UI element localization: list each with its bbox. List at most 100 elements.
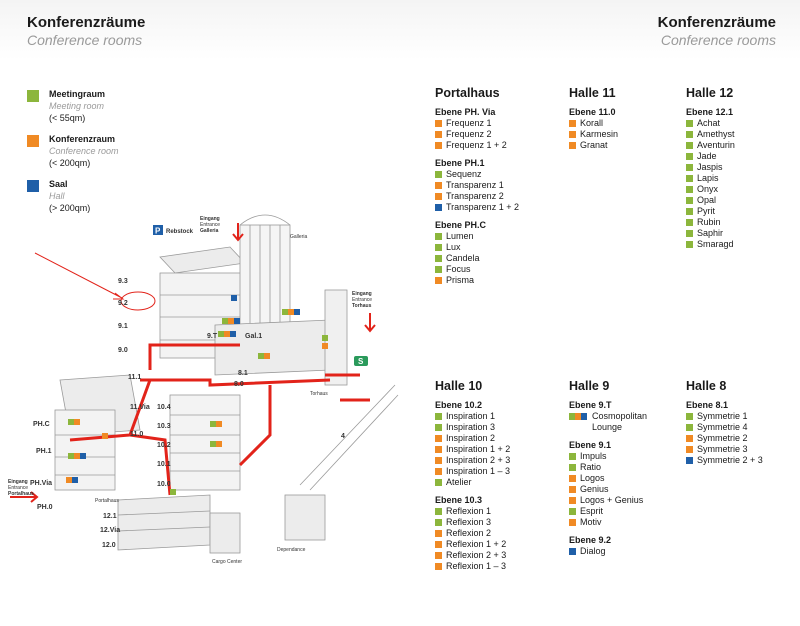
level-group: Ebene PH.1 Sequenz Transparenz 1 Transparen… — [435, 158, 519, 213]
room-label: Karmesin — [580, 129, 619, 139]
room-item: Symmetrie 2 + 3 — [686, 455, 763, 466]
room-label: Achat — [697, 118, 721, 128]
halle12-block — [117, 494, 211, 551]
level-label: PH.1 — [36, 448, 52, 455]
konferenz-marker — [569, 142, 576, 149]
level-label: 12.1 — [103, 513, 117, 520]
level-label: 8.1 — [238, 370, 248, 377]
konferenz-marker — [435, 142, 442, 149]
konferenz-marker — [435, 552, 442, 559]
level-label: PH.0 — [37, 504, 53, 511]
halle8-block — [214, 319, 331, 376]
level-label: 11.1 — [128, 374, 141, 381]
meeting-marker — [686, 241, 693, 248]
room-item: Focus — [435, 264, 519, 275]
level-label: 9.3 — [118, 278, 128, 285]
meeting-marker — [686, 175, 693, 182]
room-item: Reflexion 1 + 2 — [435, 539, 510, 550]
legend-size: (< 200qm) — [49, 158, 91, 168]
room-item: Candela — [435, 253, 519, 264]
room-label: Transparenz 1 + 2 — [446, 202, 519, 212]
room-item: Lapis — [686, 173, 735, 184]
room-label: Reflexion 1 + 2 — [446, 539, 507, 549]
room-item: Transparenz 2 — [435, 191, 519, 202]
venue-map: 9.3 9.2 9.1 9.0 11.1 11.Via 11.0 PH.C PH… — [8, 214, 399, 565]
konferenz-marker — [569, 519, 576, 526]
room-item: Saphir — [686, 228, 735, 239]
room-item: Logos — [569, 473, 679, 484]
level-group: Ebene PH. Via Frequenz 1 Frequenz 2 Frequen… — [435, 107, 519, 151]
konferenz-marker — [686, 446, 693, 453]
level-group: Ebene 8.1 Symmetrie 1 Symmetrie 4 Symmetrie… — [686, 400, 763, 466]
meeting-marker — [686, 120, 693, 127]
room-item: Jaspis — [686, 162, 735, 173]
room-label: Granat — [580, 140, 608, 150]
svg-text:S: S — [358, 357, 364, 366]
room-label: Motiv — [580, 517, 602, 527]
room-item: Reflexion 1 — [435, 506, 510, 517]
portalhaus-stack — [54, 409, 116, 491]
konferenz-marker — [435, 120, 442, 127]
pointer-arrow — [34, 252, 125, 300]
room-label: Cosmopolitan Lounge — [592, 411, 648, 432]
konferenz-marker — [569, 497, 576, 504]
saal-swatch — [27, 180, 39, 192]
konferenz-marker — [569, 131, 576, 138]
meeting-marker — [435, 255, 442, 262]
meeting-marker — [686, 230, 693, 237]
meeting-marker — [686, 424, 693, 431]
legend-title: Meetingraum — [49, 89, 106, 99]
room-item: Genius — [569, 484, 679, 495]
room-label: Frequenz 1 — [446, 118, 492, 128]
room-label: Inspiration 1 – 3 — [446, 466, 511, 476]
meeting-marker — [435, 479, 442, 486]
konferenz-marker — [569, 475, 576, 482]
room-label: Inspiration 3 — [446, 422, 496, 432]
room-label: Amethyst — [697, 129, 735, 139]
room-label: Dialog — [580, 546, 606, 556]
room-label: Symmetrie 1 — [697, 411, 748, 421]
room-label: Candela — [446, 253, 480, 263]
room-label: Genius — [580, 484, 609, 494]
level-heading: Ebene 12.1 — [686, 107, 734, 117]
saal-marker — [581, 413, 587, 420]
entrance-name: Portalhaus — [8, 491, 34, 497]
level-heading: Ebene PH.1 — [435, 158, 485, 168]
room-label: Pyrit — [697, 206, 715, 216]
meeting-marker — [686, 142, 693, 149]
room-label: Reflexion 1 – 3 — [446, 561, 507, 571]
room-label: Reflexion 2 — [446, 528, 492, 538]
room-item: Inspiration 1 + 2 — [435, 444, 510, 455]
konferenz-marker — [435, 468, 442, 475]
room-label: Logos + Genius — [580, 495, 644, 505]
room-item: Jade — [686, 151, 735, 162]
level-group: Ebene PH.C Lumen Lux Candela Focus Prisma — [435, 220, 519, 286]
legend-title: Saal — [49, 179, 68, 189]
room-item: Korall — [569, 118, 618, 129]
room-label: Inspiration 2 + 3 — [446, 455, 511, 465]
room-item: Atelier — [435, 477, 510, 488]
room-label: Onyx — [697, 184, 719, 194]
room-item: Inspiration 3 — [435, 422, 510, 433]
galleria-label: Galleria — [290, 234, 307, 240]
konferenz-marker — [435, 446, 442, 453]
room-label: Saphir — [697, 228, 724, 238]
room-item: Frequenz 2 — [435, 129, 519, 140]
room-item: Inspiration 1 – 3 — [435, 466, 510, 477]
level-label: PH.Via — [30, 480, 52, 487]
building-halle8: Halle 8 Ebene 8.1 Symmetrie 1 Symmetrie 4 Sy… — [686, 379, 763, 473]
level-label: 10.4 — [157, 404, 171, 411]
konferenz-marker — [435, 530, 442, 537]
room-item: Transparenz 1 — [435, 180, 519, 191]
room-item: Logos + Genius — [569, 495, 679, 506]
konferenz-marker — [435, 563, 442, 570]
room-label: Reflexion 2 + 3 — [446, 550, 507, 560]
building-title: Halle 8 — [686, 379, 727, 393]
room-item: Symmetrie 2 — [686, 433, 763, 444]
level-heading: Ebene 10.2 — [435, 400, 483, 410]
room-label: Rubin — [697, 217, 721, 227]
meeting-marker — [686, 208, 693, 215]
level-heading: Ebene PH. Via — [435, 107, 496, 117]
room-label: Aventurin — [697, 140, 735, 150]
room-item: Symmetrie 3 — [686, 444, 763, 455]
